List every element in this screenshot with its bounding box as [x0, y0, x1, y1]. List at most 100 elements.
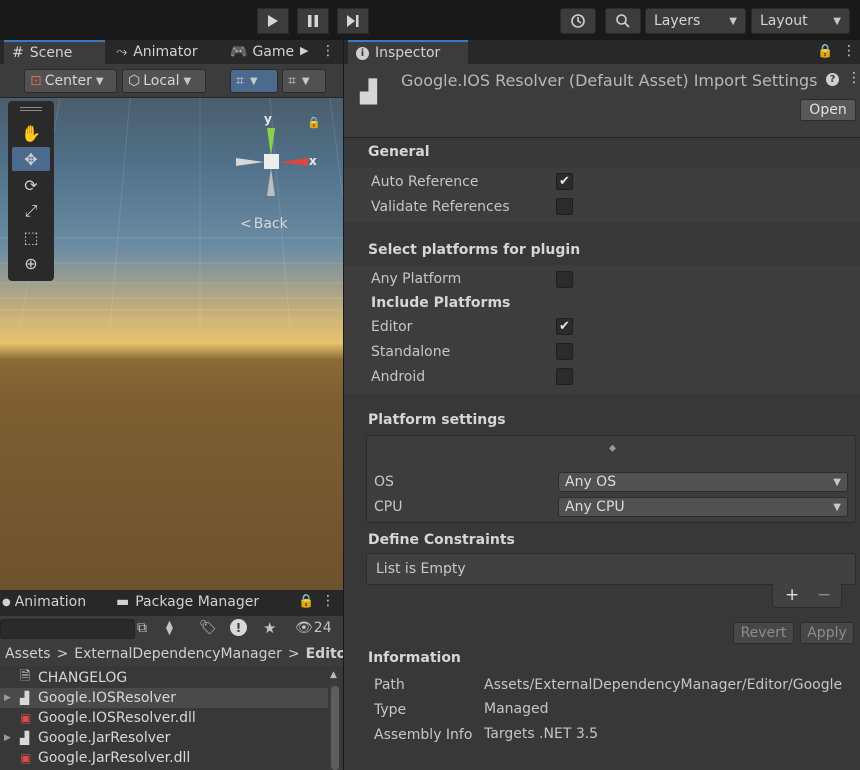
section-heading-information: Information: [368, 650, 461, 666]
apply-button[interactable]: Apply: [800, 622, 854, 644]
tab-label: Animator: [133, 44, 198, 60]
editor-label: Editor: [371, 319, 413, 335]
tab-label: Scene: [29, 45, 73, 61]
drag-handle[interactable]: [20, 107, 42, 111]
section-heading-define-constraints: Define Constraints: [368, 532, 515, 548]
file-name: CHANGELOG: [38, 670, 128, 686]
revert-button[interactable]: Revert: [733, 622, 794, 644]
scrollbar[interactable]: ▲: [329, 670, 341, 770]
android-checkbox[interactable]: [556, 368, 573, 385]
editor-checkbox[interactable]: ✔: [556, 318, 573, 335]
tools-overlay: ✋ ✥ ⟳ ⤢ ⬚ ⊕: [8, 101, 54, 281]
tab-game[interactable]: 🎮 Game: [222, 40, 302, 64]
panel-divider[interactable]: [343, 40, 344, 770]
filter-type-icon[interactable]: ⧫: [166, 620, 173, 636]
breadcrumb-item[interactable]: Assets: [5, 646, 51, 662]
validate-references-label: Validate References: [371, 199, 510, 215]
gizmo-back-label[interactable]: < Back: [240, 216, 288, 232]
file-name: Google.JarResolver.dll: [38, 750, 191, 766]
list-item[interactable]: ▣ Google.JarResolver.dll: [0, 748, 328, 768]
lock-icon[interactable]: 🔒: [817, 44, 833, 59]
layout-dropdown[interactable]: Layout ▼: [751, 8, 850, 34]
cpu-dropdown[interactable]: Any CPU ▼: [558, 497, 848, 517]
chevron-down-icon: ▼: [833, 501, 841, 513]
standalone-checkbox[interactable]: [556, 343, 573, 360]
cube-icon: ⬡: [128, 73, 141, 89]
any-platform-label: Any Platform: [371, 271, 462, 287]
tab-package-manager[interactable]: ▬ Package Manager: [108, 590, 267, 614]
remove-button[interactable]: −: [817, 585, 831, 605]
transform-tool-icon[interactable]: ⊕: [12, 251, 50, 275]
plugin-icon: ▟: [20, 731, 30, 745]
section-heading-platform-settings: Platform settings: [368, 412, 506, 428]
list-item[interactable]: ▶ ▟ Google.IOSResolver: [0, 688, 328, 708]
expand-arrow-icon[interactable]: ▶: [4, 733, 20, 743]
os-dropdown[interactable]: Any OS ▼: [558, 472, 848, 492]
eye-hidden-icon: 👁: [295, 620, 313, 636]
constraints-list: List is Empty: [366, 553, 856, 585]
step-button[interactable]: [337, 8, 369, 34]
add-button[interactable]: +: [785, 585, 799, 605]
text-file-icon: 🗎: [20, 669, 31, 684]
kebab-menu-icon[interactable]: ⋮: [847, 70, 860, 86]
pivot-dropdown[interactable]: ⊡ Center ▼: [24, 69, 117, 93]
breadcrumb-item[interactable]: Edito: [306, 646, 343, 662]
step-icon: [347, 15, 359, 27]
lock-icon[interactable]: 🔒: [298, 594, 314, 609]
kebab-menu-icon[interactable]: ⋮: [842, 43, 856, 59]
star-icon[interactable]: ★: [263, 619, 276, 637]
list-item[interactable]: ▣ Google.IOSResolver.dll: [0, 708, 328, 728]
checkmark-icon: ✔: [559, 319, 570, 334]
standalone-label: Standalone: [371, 344, 451, 360]
hidden-packages-toggle[interactable]: 👁 24: [295, 620, 332, 636]
grid-snap-icon: ⌗: [236, 73, 244, 89]
pause-button[interactable]: [297, 8, 329, 34]
os-label: OS: [374, 474, 394, 490]
tab-label: Inspector: [375, 45, 441, 61]
scene-tab-bar: # Scene ⤳ Animator 🎮 Game ▶ ⋮: [0, 40, 343, 64]
scroll-up-icon[interactable]: ▲: [330, 670, 337, 680]
file-name: Google.IOSResolver.dll: [38, 710, 196, 726]
layers-dropdown[interactable]: Layers ▼: [645, 8, 746, 34]
scale-tool-icon[interactable]: ⤢: [12, 199, 50, 223]
kebab-menu-icon[interactable]: ⋮: [321, 43, 335, 59]
list-item[interactable]: ▶ ▟ Google.JarResolver: [0, 728, 328, 748]
breadcrumb-item[interactable]: ExternalDependencyManager: [74, 646, 282, 662]
increment-snap-button[interactable]: ⌗ ▼: [282, 69, 326, 93]
validate-references-checkbox[interactable]: [556, 198, 573, 215]
scrollbar-thumb[interactable]: [331, 686, 339, 770]
tab-scene[interactable]: # Scene: [4, 40, 105, 64]
path-value: Assets/ExternalDependencyManager/Editor/…: [484, 677, 843, 693]
rotate-tool-icon[interactable]: ⟳: [12, 173, 50, 197]
lock-icon[interactable]: 🔒: [307, 116, 321, 129]
open-in-icon[interactable]: ⧉: [137, 620, 147, 636]
expand-arrow-icon[interactable]: ▶: [4, 693, 20, 703]
auto-reference-checkbox[interactable]: ✔: [556, 173, 573, 190]
animation-icon: ●: [2, 596, 11, 608]
section-heading-platforms: Select platforms for plugin: [368, 242, 581, 258]
move-tool-icon[interactable]: ✥: [12, 147, 50, 171]
help-icon[interactable]: ?: [826, 73, 839, 86]
space-dropdown[interactable]: ⬡ Local ▼: [122, 69, 206, 93]
path-label: Path: [374, 677, 405, 693]
history-button[interactable]: [560, 8, 596, 34]
list-item[interactable]: 🗎 CHANGELOG: [0, 668, 328, 688]
any-platform-checkbox[interactable]: [556, 271, 573, 288]
hand-tool-icon[interactable]: ✋: [12, 121, 50, 145]
tab-animator[interactable]: ⤳ Animator: [108, 40, 206, 64]
pause-icon: [308, 15, 318, 27]
open-button[interactable]: Open: [800, 99, 856, 121]
kebab-menu-icon[interactable]: ⋮: [321, 593, 335, 609]
more-tabs-icon[interactable]: ▶: [300, 44, 308, 57]
gizmo-y-label: y: [264, 112, 272, 126]
project-search-input[interactable]: [0, 619, 135, 639]
search-button[interactable]: [605, 8, 641, 34]
label-tag-icon[interactable]: 🏷: [199, 620, 217, 636]
play-button[interactable]: [257, 8, 289, 34]
grid-snap-button[interactable]: ⌗ ▼: [230, 69, 278, 93]
warning-icon[interactable]: !: [230, 619, 247, 636]
main-toolbar: Layers ▼ Layout ▼: [0, 0, 860, 40]
tab-inspector[interactable]: i Inspector: [348, 40, 468, 64]
tab-animation[interactable]: ● Animation: [0, 590, 103, 614]
rect-tool-icon[interactable]: ⬚: [12, 225, 50, 249]
